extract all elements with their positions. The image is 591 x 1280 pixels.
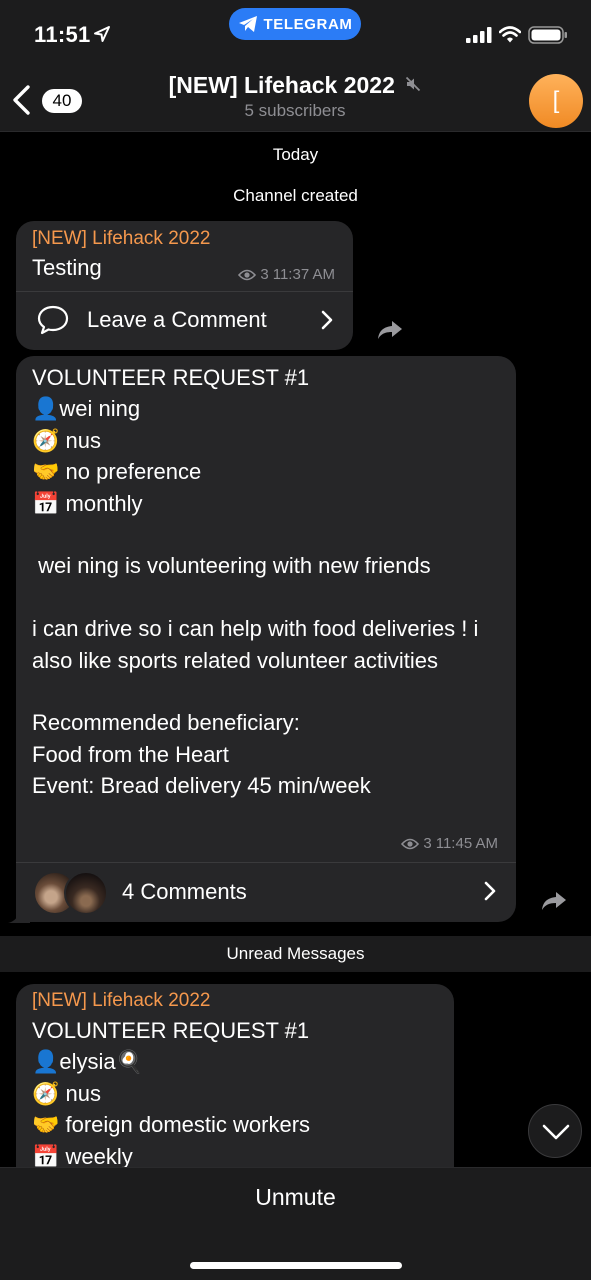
muted-speaker-icon [406, 76, 421, 92]
bottom-action-bar: Unmute [0, 1167, 591, 1280]
unmute-button[interactable]: Unmute [0, 1184, 591, 1211]
share-icon[interactable] [376, 319, 404, 341]
cellular-signal-icon [466, 27, 492, 43]
share-icon[interactable] [540, 890, 568, 912]
message-text: VOLUNTEER REQUEST #1 👤wei ning 🧭 nus 🤝 n… [32, 365, 479, 799]
subscriber-count: 5 subscribers [244, 101, 346, 120]
leave-comment-button[interactable]: Leave a Comment [16, 291, 353, 350]
chevron-right-icon [321, 310, 333, 330]
comment-count-label: 4 Comments [122, 879, 247, 904]
back-button[interactable]: 40 [8, 80, 82, 120]
comment-bubble-icon [37, 305, 69, 335]
message-bubble[interactable]: [NEW] Lifehack 2022 VOLUNTEER REQUEST #1… [16, 984, 454, 1167]
channel-avatar[interactable]: [ [529, 74, 583, 128]
eye-icon [238, 269, 257, 280]
home-indicator [190, 1262, 402, 1269]
unread-count-badge: 40 [42, 89, 82, 113]
telegram-pill-label: TELEGRAM [263, 15, 353, 33]
chat-header: 40 [NEW] Lifehack 2022 5 subscribers [ [0, 66, 591, 132]
telegram-return-pill[interactable]: TELEGRAM [229, 8, 361, 40]
date-separator: Today [272, 145, 319, 164]
message-time: 11:45 AM [435, 835, 498, 852]
service-message: Channel created [233, 186, 358, 205]
chevron-down-icon [542, 1124, 570, 1140]
location-arrow-icon [94, 26, 110, 42]
chevron-left-icon [13, 85, 30, 115]
comment-label: Leave a Comment [87, 307, 267, 332]
chat-title: [NEW] Lifehack 2022 [168, 72, 395, 98]
message-author: [NEW] Lifehack 2022 [32, 228, 211, 249]
wifi-icon [499, 26, 521, 43]
message-text: Testing [32, 255, 102, 280]
message-list[interactable]: Today Channel created [NEW] Lifehack 202… [0, 133, 591, 1167]
chevron-right-icon [484, 881, 496, 901]
status-bar: 11:51 TELEGRAM [0, 0, 591, 66]
bubble-tail [8, 905, 30, 923]
scroll-to-bottom-button[interactable] [528, 1104, 582, 1158]
view-count: 3 [260, 266, 269, 283]
message-bubble[interactable]: VOLUNTEER REQUEST #1 👤wei ning 🧭 nus 🤝 n… [16, 356, 516, 922]
unread-messages-separator: Unread Messages [0, 936, 591, 972]
message-meta: 3 11:45 AM [401, 835, 498, 852]
message-meta: 3 11:37 AM [238, 266, 335, 283]
comments-button[interactable]: 4 Comments [16, 862, 516, 922]
message-bubble[interactable]: [NEW] Lifehack 2022 Testing 3 11:37 AM L… [16, 221, 353, 350]
battery-icon [528, 26, 567, 44]
message-text: VOLUNTEER REQUEST #1 👤elysia🍳 🧭 nus 🤝 fo… [32, 1018, 311, 1167]
message-author: [NEW] Lifehack 2022 [32, 990, 211, 1011]
commenter-avatar [64, 871, 108, 915]
view-count: 3 [423, 835, 432, 852]
status-time: 11:51 [34, 22, 91, 47]
eye-icon [401, 838, 420, 849]
message-time: 11:37 AM [272, 266, 335, 283]
telegram-plane-icon [238, 16, 257, 32]
chat-title-area[interactable]: [NEW] Lifehack 2022 5 subscribers [120, 72, 470, 121]
